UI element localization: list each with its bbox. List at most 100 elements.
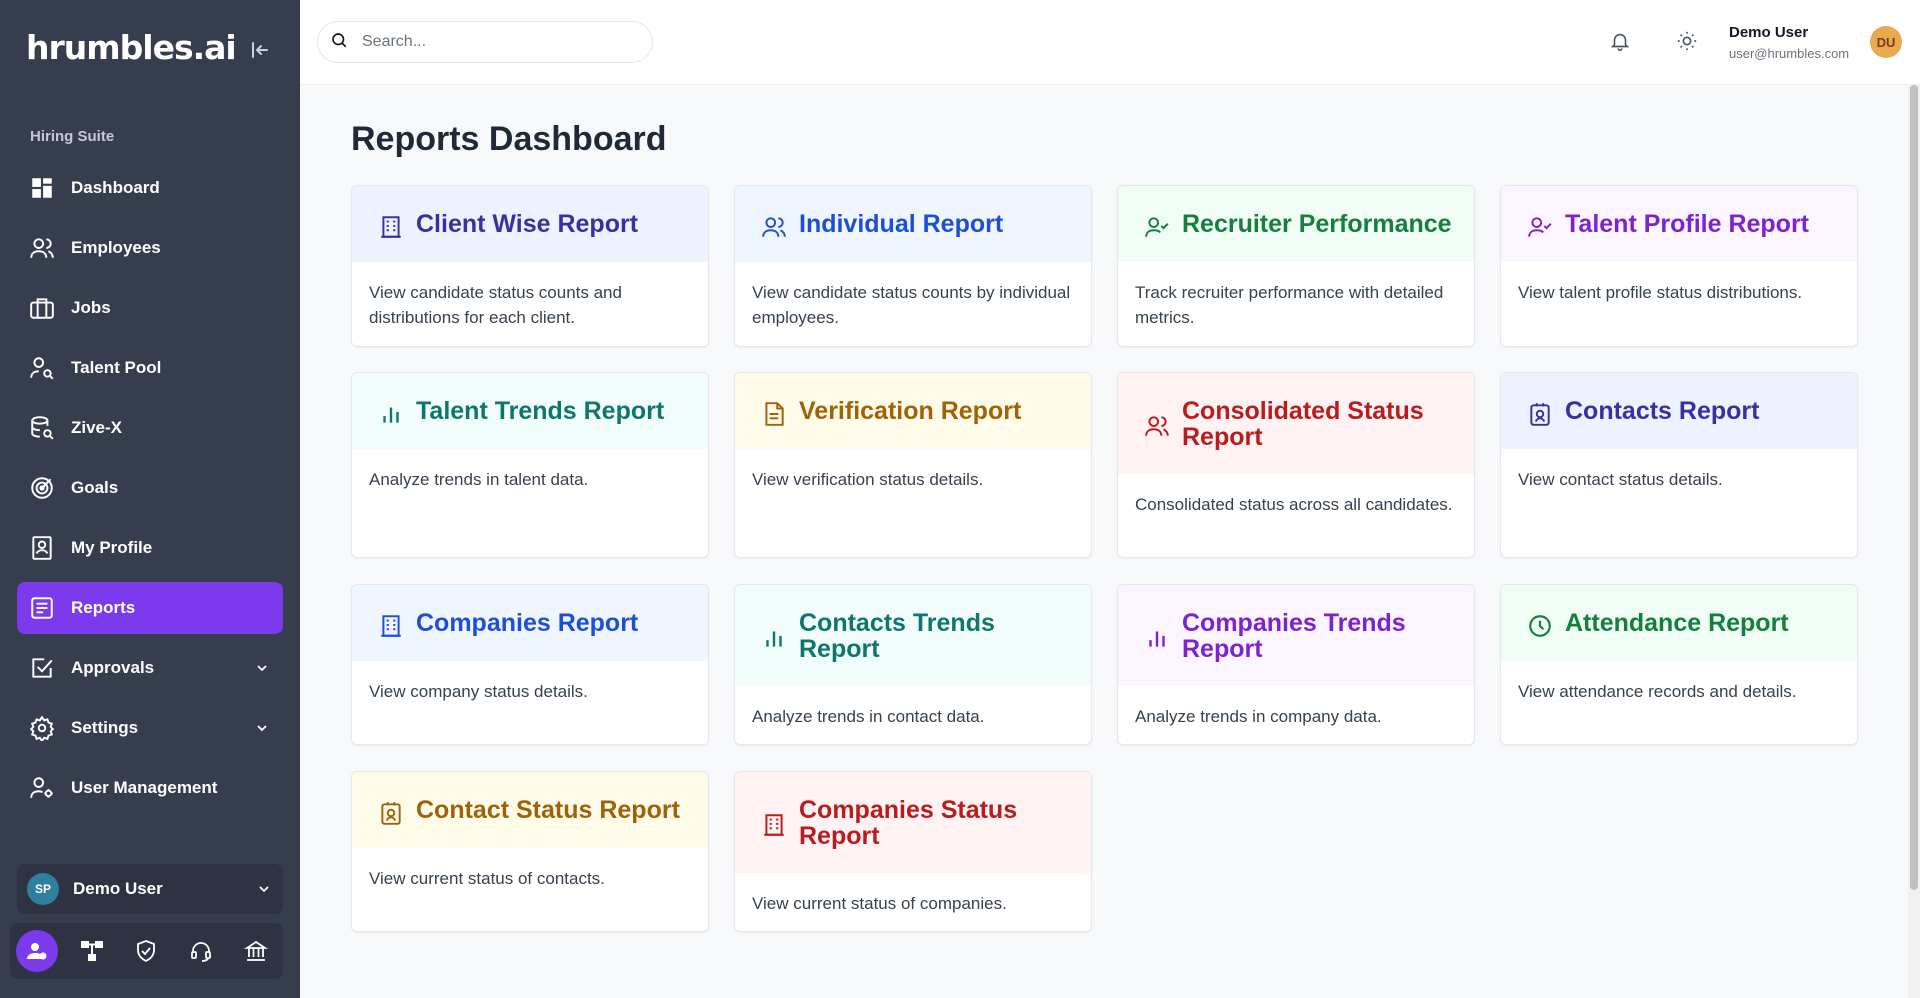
card-title: Client Wise Report <box>416 210 639 238</box>
report-card-companies[interactable]: Companies Report View company status det… <box>351 584 709 745</box>
card-description: View current status of contacts. <box>369 869 605 888</box>
card-title: Attendance Report <box>1565 609 1789 637</box>
report-card-contact-status[interactable]: Contact Status Report View current statu… <box>351 771 709 932</box>
chevron-down-icon <box>257 882 271 896</box>
report-card-contacts[interactable]: Contacts Report View contact status deta… <box>1500 372 1858 558</box>
chevron-down-icon <box>255 720 269 734</box>
shield-icon[interactable] <box>125 930 167 972</box>
users-icon <box>761 214 787 240</box>
sidebar-item-label: Goals <box>71 478 119 497</box>
card-title: Consolidated Status Report <box>1182 397 1424 451</box>
sidebar-item-talent-pool[interactable]: Talent Pool <box>17 342 283 394</box>
report-card-contacts-trends[interactable]: Contacts Trends Report Analyze trends in… <box>734 584 1092 745</box>
report-card-individual[interactable]: Individual Report View candidate status … <box>734 185 1092 347</box>
users-icon <box>29 235 55 261</box>
search-input[interactable] <box>362 33 622 51</box>
sidebar-item-employees[interactable]: Employees <box>17 222 283 274</box>
user-check-icon <box>1144 214 1170 240</box>
card-title: Contacts Trends Report <box>799 609 995 663</box>
card-title: Companies Status Report <box>799 796 1018 850</box>
card-title: Companies Report <box>416 609 639 637</box>
scroll-thumb[interactable] <box>1910 85 1918 890</box>
sidebar-item-user-management[interactable]: User Management <box>17 762 283 814</box>
scrollbar[interactable] <box>1908 85 1920 998</box>
id-card-icon <box>29 535 55 561</box>
bank-icon[interactable] <box>235 930 277 972</box>
briefcase-icon <box>29 295 55 321</box>
report-card-attendance[interactable]: Attendance Report View attendance record… <box>1500 584 1858 745</box>
sidebar-item-label: Approvals <box>71 658 155 677</box>
card-description: View attendance records and details. <box>1518 682 1797 701</box>
sidebar-item-label: My Profile <box>71 538 153 557</box>
report-card-client-wise[interactable]: Client Wise Report View candidate status… <box>351 185 709 347</box>
card-description: Track recruiter performance with detaile… <box>1135 283 1444 327</box>
sun-icon[interactable] <box>1676 30 1698 52</box>
report-card-consolidated-status[interactable]: Consolidated Status Report Consolidated … <box>1117 372 1475 558</box>
sidebar-item-zive-x[interactable]: Zive-X <box>17 402 283 454</box>
search-bar[interactable] <box>317 21 653 63</box>
sidebar-item-label: Settings <box>71 718 139 737</box>
sidebar-item-jobs[interactable]: Jobs <box>17 282 283 334</box>
hiring-suite-icon[interactable] <box>16 930 59 972</box>
card-description: View talent profile status distributions… <box>1518 283 1803 302</box>
card-title: Talent Profile Report <box>1565 210 1810 238</box>
bar-chart-icon <box>761 625 787 651</box>
headset-icon[interactable] <box>180 930 222 972</box>
avatar[interactable]: DU <box>1870 26 1902 58</box>
header-user-email: user@hrumbles.com <box>1729 46 1850 61</box>
report-card-talent-profile[interactable]: Talent Profile Report View talent profil… <box>1500 185 1858 347</box>
sidebar-user-name: Demo User <box>73 879 163 898</box>
sidebar-item-label: User Management <box>71 778 218 797</box>
file-text-icon <box>761 401 787 427</box>
building-icon <box>761 812 787 838</box>
sidebar-item-approvals[interactable]: Approvals <box>17 642 283 694</box>
report-card-companies-trends[interactable]: Companies Trends Report Analyze trends i… <box>1117 584 1475 745</box>
contact-icon <box>1527 401 1553 427</box>
users-icon <box>1144 413 1170 439</box>
clock-icon <box>1527 613 1553 639</box>
sidebar-item-dashboard[interactable]: Dashboard <box>17 162 283 214</box>
sidebar-item-label: Talent Pool <box>71 358 162 377</box>
user-search-icon <box>29 355 55 381</box>
bell-icon[interactable] <box>1609 30 1631 52</box>
sidebar-item-label: Jobs <box>71 298 111 317</box>
user-check-icon <box>1527 214 1553 240</box>
card-title: Recruiter Performance <box>1182 210 1452 238</box>
sidebar-item-goals[interactable]: Goals <box>17 462 283 514</box>
sidebar-item-label: Employees <box>71 238 161 257</box>
sidebar-item-label: Zive-X <box>71 418 123 437</box>
target-icon <box>29 475 55 501</box>
card-description: View contact status details. <box>1518 470 1723 489</box>
card-description: View company status details. <box>369 682 588 701</box>
chevron-down-icon <box>255 660 269 674</box>
report-card-recruiter-performance[interactable]: Recruiter Performance Track recruiter pe… <box>1117 185 1475 347</box>
card-description: View candidate status counts by individu… <box>752 283 1071 327</box>
check-square-icon <box>29 655 55 681</box>
sidebar-item-reports[interactable]: Reports <box>17 582 283 634</box>
suite-switcher <box>10 923 283 979</box>
report-card-companies-status[interactable]: Companies Status Report View current sta… <box>734 771 1092 932</box>
report-card-verification[interactable]: Verification Report View verification st… <box>734 372 1092 558</box>
sidebar-item-label: Reports <box>71 598 136 617</box>
collapse-icon[interactable] <box>248 38 272 62</box>
header-user-info[interactable]: Demo User user@hrumbles.com <box>1729 24 1849 61</box>
contact-icon <box>378 800 404 826</box>
report-card-talent-trends[interactable]: Talent Trends Report Analyze trends in t… <box>351 372 709 558</box>
user-cog-icon <box>29 775 55 801</box>
card-description: View candidate status counts and distrib… <box>369 283 622 327</box>
card-title: Verification Report <box>799 397 1022 425</box>
sidebar-item-label: Dashboard <box>71 178 160 197</box>
sidebar-user-menu[interactable]: SP Demo User <box>17 864 283 914</box>
card-description: Analyze trends in contact data. <box>752 707 985 726</box>
org-chart-icon[interactable] <box>71 930 113 972</box>
sidebar-item-settings[interactable]: Settings <box>17 702 283 754</box>
card-title: Companies Trends Report <box>1182 609 1406 663</box>
card-title: Talent Trends Report <box>416 397 665 425</box>
card-description: Consolidated status across all candidate… <box>1135 495 1453 514</box>
page-title: Reports Dashboard <box>351 120 667 158</box>
section-label: Hiring Suite <box>30 128 115 145</box>
header-user-name: Demo User <box>1729 24 1809 41</box>
card-description: View verification status details. <box>752 470 984 489</box>
building-icon <box>378 613 404 639</box>
sidebar-item-my-profile[interactable]: My Profile <box>17 522 283 574</box>
